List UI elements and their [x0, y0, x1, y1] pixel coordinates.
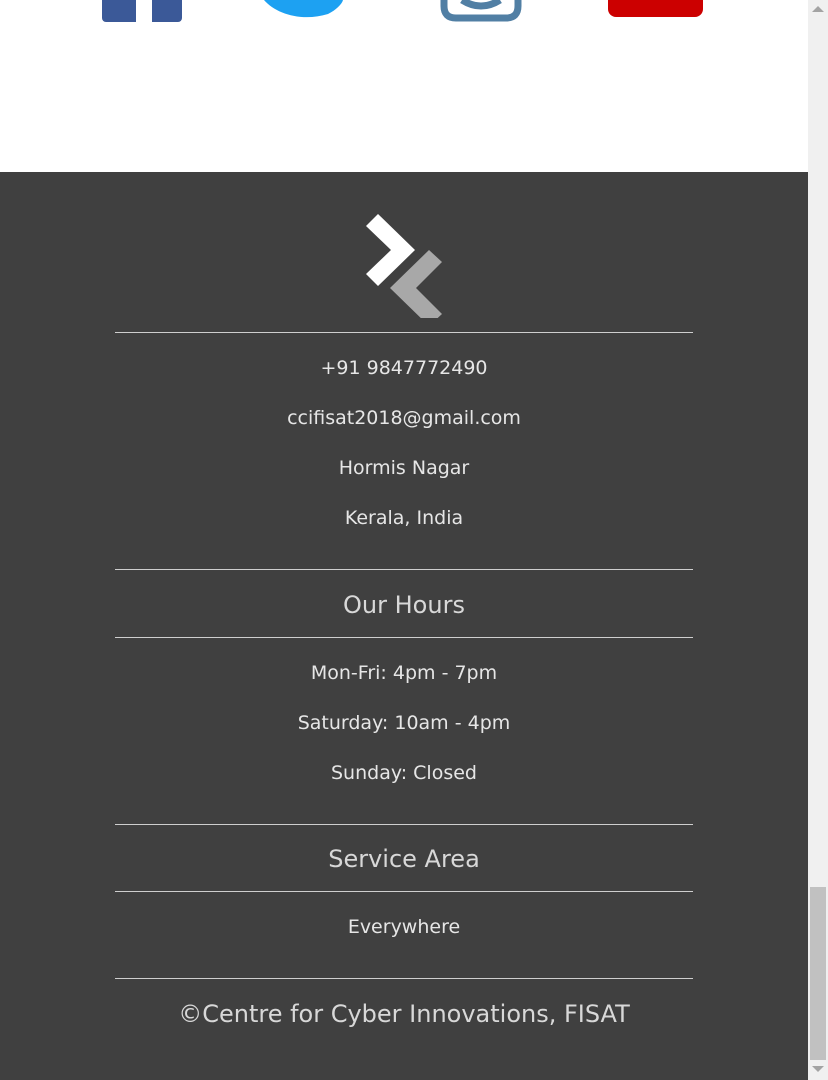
divider	[115, 332, 693, 333]
hours-weekdays: Mon-Fri: 4pm - 7pm	[310, 662, 498, 684]
address-line-1: Hormis Nagar	[338, 457, 470, 479]
youtube-icon[interactable]	[608, 0, 703, 17]
scrollbar-thumb[interactable]	[810, 887, 826, 1060]
service-area-value: Everywhere	[347, 916, 461, 938]
service-area-heading: Service Area	[328, 845, 480, 873]
social-links	[0, 0, 808, 172]
contact-phone[interactable]: +91 9847772490	[0, 355, 808, 381]
contact-email[interactable]: ccifisat2018@gmail.com	[0, 405, 808, 431]
address-line-2: Kerala, India	[344, 507, 464, 529]
hours-saturday: Saturday: 10am - 4pm	[297, 712, 511, 734]
scroll-up-arrow-icon[interactable]	[812, 6, 824, 12]
copyright-text: ©Centre for Cyber Innovations, FISAT	[178, 1000, 630, 1028]
divider	[115, 891, 693, 892]
page: +91 9847772490 ccifisat2018@gmail.com Ho…	[0, 0, 808, 1080]
twitter-icon[interactable]	[262, 0, 344, 20]
divider	[115, 569, 693, 570]
site-footer: +91 9847772490 ccifisat2018@gmail.com Ho…	[0, 172, 808, 1080]
divider	[115, 637, 693, 638]
divider	[115, 978, 693, 979]
vertical-scrollbar[interactable]	[808, 0, 828, 1080]
scroll-down-arrow-icon[interactable]	[812, 1066, 824, 1072]
hours-heading: Our Hours	[343, 591, 465, 619]
logo-icon	[364, 212, 444, 326]
facebook-icon[interactable]	[102, 0, 182, 22]
divider	[115, 824, 693, 825]
instagram-icon[interactable]	[440, 0, 522, 22]
hours-sunday: Sunday: Closed	[331, 762, 477, 784]
